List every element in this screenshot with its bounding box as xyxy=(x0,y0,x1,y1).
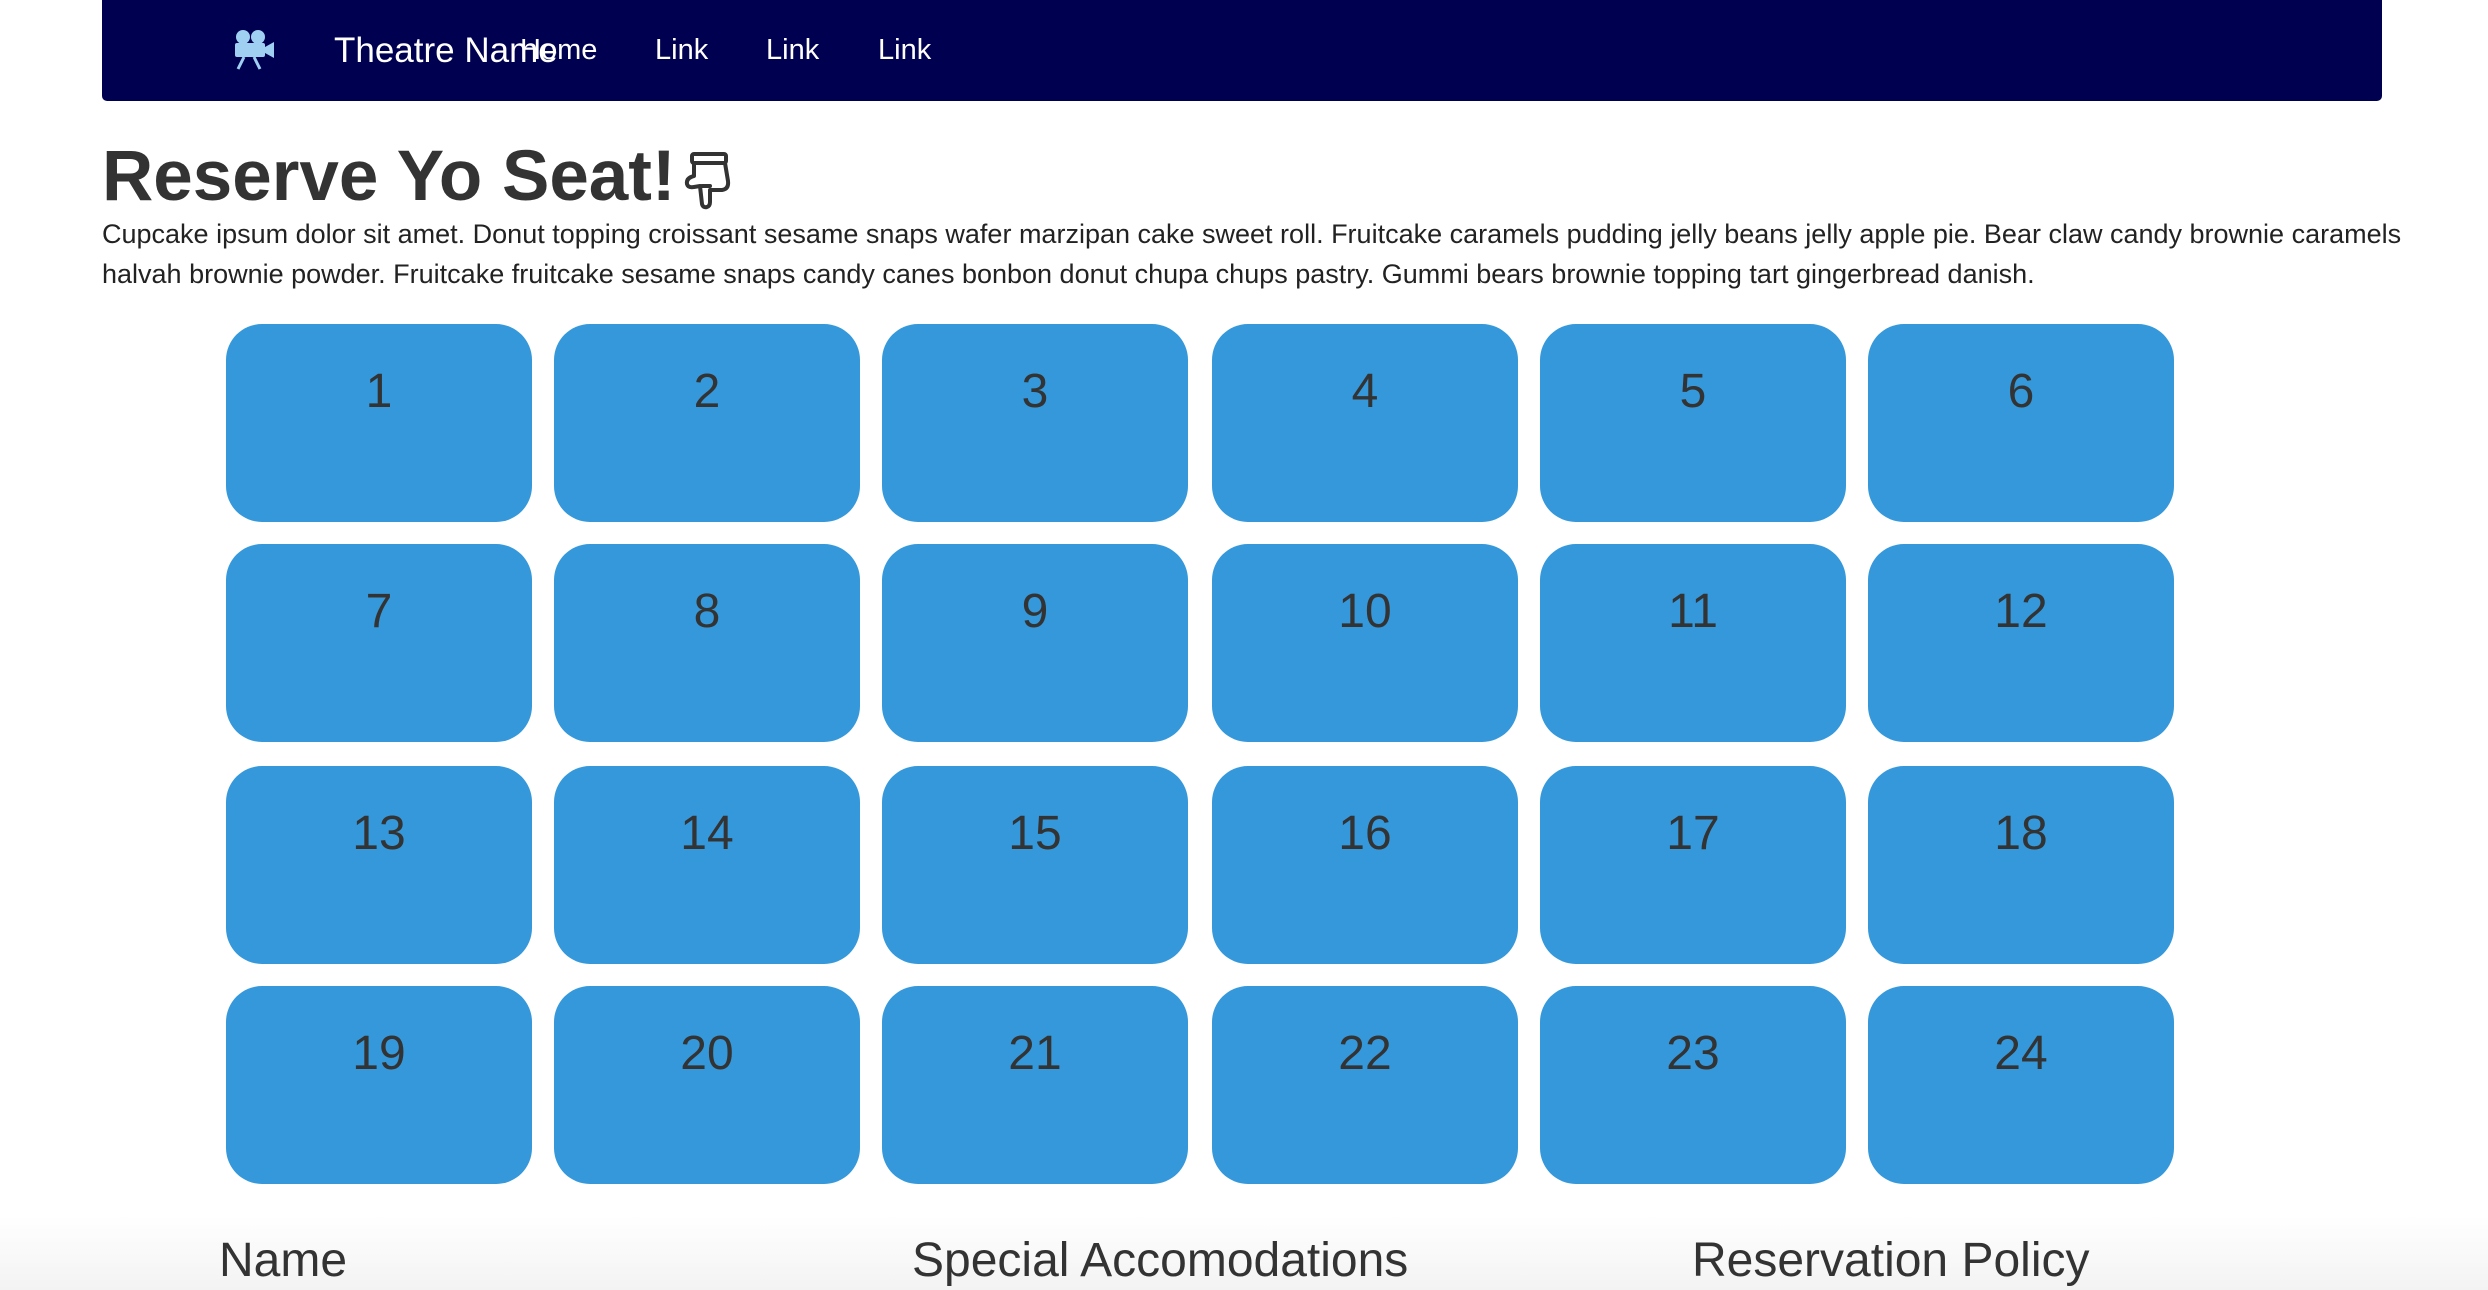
film-camera-icon[interactable] xyxy=(232,27,276,71)
seat-number: 5 xyxy=(1679,365,1707,418)
seat-button-21[interactable]: 21 xyxy=(882,986,1188,1184)
nav-link-1[interactable]: Link xyxy=(655,0,708,101)
seat-button-8[interactable]: 8 xyxy=(554,544,860,742)
seat-button-17[interactable]: 17 xyxy=(1540,766,1846,964)
seat-number: 9 xyxy=(1021,585,1049,638)
seat-number: 4 xyxy=(1351,365,1379,418)
seat-number: 1 xyxy=(365,365,393,418)
seat-button-24[interactable]: 24 xyxy=(1868,986,2174,1184)
name-heading: Name xyxy=(219,1234,348,1287)
seat-button-7[interactable]: 7 xyxy=(226,544,532,742)
special-accommodations-heading: Special Accomodations xyxy=(912,1234,1409,1287)
seat-number: 23 xyxy=(1666,1027,1720,1080)
seat-button-10[interactable]: 10 xyxy=(1212,544,1518,742)
seat-number: 24 xyxy=(1994,1027,2048,1080)
seat-number: 20 xyxy=(680,1027,734,1080)
seat-button-13[interactable]: 13 xyxy=(226,766,532,964)
seat-button-19[interactable]: 19 xyxy=(226,986,532,1184)
page-title: Reserve Yo Seat! xyxy=(102,137,676,216)
nav-link-2[interactable]: Link xyxy=(766,0,819,101)
seat-number: 3 xyxy=(1021,365,1049,418)
navbar: Theatre Name Home Link Link Link xyxy=(102,0,2382,101)
seat-number: 11 xyxy=(1668,585,1718,638)
seat-button-22[interactable]: 22 xyxy=(1212,986,1518,1184)
seat-button-20[interactable]: 20 xyxy=(554,986,860,1184)
seat-number: 2 xyxy=(693,365,721,418)
seat-number: 8 xyxy=(693,585,721,638)
seat-number: 18 xyxy=(1994,807,2048,860)
seat-number: 7 xyxy=(365,585,393,638)
reservation-policy-heading: Reservation Policy xyxy=(1692,1234,2090,1287)
seat-number: 15 xyxy=(1008,807,1062,860)
seat-number: 16 xyxy=(1338,807,1392,860)
thumbs-down-icon xyxy=(684,152,731,210)
nav-link-3[interactable]: Link xyxy=(878,0,931,101)
seat-number: 13 xyxy=(352,807,406,860)
seat-button-18[interactable]: 18 xyxy=(1868,766,2174,964)
seat-button-16[interactable]: 16 xyxy=(1212,766,1518,964)
seat-number: 12 xyxy=(1994,585,2048,638)
seat-button-1[interactable]: 1 xyxy=(226,324,532,522)
seat-number: 21 xyxy=(1008,1027,1062,1080)
seat-number: 19 xyxy=(352,1027,406,1080)
seat-button-5[interactable]: 5 xyxy=(1540,324,1846,522)
seat-button-23[interactable]: 23 xyxy=(1540,986,1846,1184)
seat-button-14[interactable]: 14 xyxy=(554,766,860,964)
intro-text: Cupcake ipsum dolor sit amet. Donut topp… xyxy=(102,219,2402,289)
seat-button-2[interactable]: 2 xyxy=(554,324,860,522)
seat-button-12[interactable]: 12 xyxy=(1868,544,2174,742)
seat-button-15[interactable]: 15 xyxy=(882,766,1188,964)
seat-number: 17 xyxy=(1666,807,1720,860)
nav-link-home[interactable]: Home xyxy=(520,0,597,101)
seat-number: 10 xyxy=(1338,585,1392,638)
seat-button-3[interactable]: 3 xyxy=(882,324,1188,522)
seat-number: 6 xyxy=(2007,365,2035,418)
seat-button-11[interactable]: 11 xyxy=(1540,544,1846,742)
seat-number: 14 xyxy=(680,807,734,860)
seat-button-9[interactable]: 9 xyxy=(882,544,1188,742)
seat-button-4[interactable]: 4 xyxy=(1212,324,1518,522)
seat-button-6[interactable]: 6 xyxy=(1868,324,2174,522)
seat-number: 22 xyxy=(1338,1027,1392,1080)
